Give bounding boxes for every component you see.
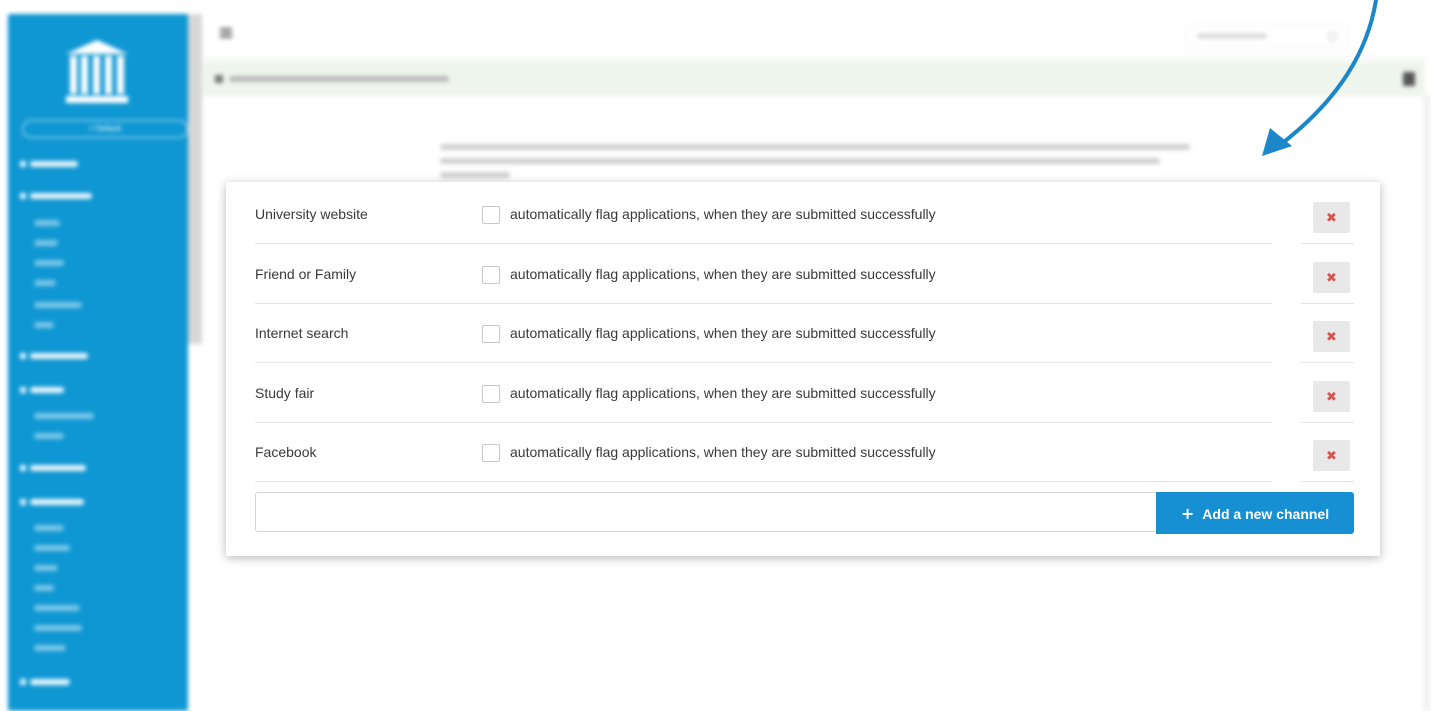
channel-row: Study fair automatically flag application…: [226, 364, 1380, 423]
sidebar-item[interactable]: [20, 352, 180, 360]
delete-channel-button[interactable]: ✖: [1313, 440, 1350, 471]
row-divider: [255, 481, 1272, 482]
channel-name: Internet search: [255, 325, 349, 341]
row-divider: [1301, 481, 1354, 482]
delete-icon: ✖: [1326, 270, 1337, 286]
sidebar-subitem[interactable]: [20, 604, 180, 612]
sidebar-item[interactable]: [20, 498, 180, 506]
sidebar-subitem[interactable]: [20, 624, 180, 632]
flag-label: automatically flag applications, when th…: [510, 265, 936, 282]
sidebar-subitem[interactable]: [20, 321, 180, 329]
delete-channel-button[interactable]: ✖: [1313, 261, 1350, 293]
sidebar-item[interactable]: [20, 192, 180, 200]
delete-channel-button[interactable]: ✖: [1313, 202, 1350, 233]
channel-row: University website automatically flag app…: [226, 185, 1380, 244]
channel-name: Study fair: [255, 384, 315, 401]
delete-icon: ✖: [1326, 211, 1337, 226]
add-channel-button[interactable]: + Add a new channel: [1156, 492, 1354, 534]
flag-label: automatically flag applications, when th…: [510, 325, 936, 341]
flag-checkbox[interactable]: [482, 325, 500, 343]
channel-row: Internet search automatically flag applic…: [226, 304, 1380, 363]
flag-label: automatically flag applications, when th…: [510, 444, 936, 460]
delete-channel-button[interactable]: ✖: [1313, 380, 1350, 412]
channel-row: Facebook automatically flag applications,…: [226, 423, 1380, 482]
sidebar-subitem[interactable]: [20, 644, 180, 652]
sidebar-subitem[interactable]: [20, 544, 180, 552]
sidebar-subitem[interactable]: [20, 219, 180, 227]
delete-channel-button[interactable]: ✖: [1313, 321, 1350, 352]
sidebar-search-button[interactable]: × Default: [22, 120, 188, 138]
channels-card: University website automatically flag app…: [226, 182, 1380, 556]
sidebar-item[interactable]: [20, 678, 180, 686]
page-edge: [1423, 95, 1431, 711]
book-icon[interactable]: [1403, 72, 1415, 86]
menu-icon[interactable]: [220, 28, 232, 40]
delete-icon: ✖: [1326, 449, 1337, 464]
sidebar-subitem[interactable]: [20, 564, 180, 572]
channel-name: Facebook: [255, 444, 317, 460]
sidebar: × Default: [8, 14, 188, 711]
delete-icon: ✖: [1326, 330, 1337, 345]
breadcrumb: [203, 62, 1425, 96]
delete-icon: ✖: [1326, 389, 1337, 405]
sidebar-subitem[interactable]: [20, 301, 180, 309]
plus-icon: +: [1180, 504, 1195, 523]
channel-row: Friend or Family automatically flag appli…: [226, 245, 1380, 304]
channel-name: University website: [255, 206, 368, 222]
home-icon[interactable]: [215, 75, 223, 83]
flag-checkbox[interactable]: [482, 206, 500, 224]
sidebar-subitem[interactable]: [20, 259, 180, 267]
sidebar-subitem[interactable]: [20, 279, 180, 287]
intro-text: [440, 144, 1200, 186]
sidebar-subitem[interactable]: [20, 584, 180, 592]
new-channel-input[interactable]: [255, 492, 1155, 532]
sidebar-subitem[interactable]: [20, 412, 180, 420]
flag-label: automatically flag applications, when th…: [510, 384, 936, 401]
sidebar-item[interactable]: [20, 386, 180, 394]
sidebar-subitem[interactable]: [20, 239, 180, 247]
flag-label: automatically flag applications, when th…: [510, 206, 936, 222]
sidebar-item[interactable]: [20, 464, 180, 472]
sidebar-subitem[interactable]: [20, 432, 180, 440]
add-channel-label: Add a new channel: [1202, 506, 1330, 522]
flag-checkbox[interactable]: [482, 444, 500, 462]
logo-icon: [66, 40, 128, 104]
sidebar-subitem[interactable]: [20, 524, 180, 532]
arrow-icon: [1262, 0, 1378, 156]
flag-checkbox[interactable]: [482, 384, 500, 403]
flag-checkbox[interactable]: [482, 265, 500, 284]
sidebar-scrollbar[interactable]: [188, 14, 202, 344]
sidebar-item[interactable]: [20, 160, 180, 168]
channel-name: Friend or Family: [255, 265, 357, 282]
